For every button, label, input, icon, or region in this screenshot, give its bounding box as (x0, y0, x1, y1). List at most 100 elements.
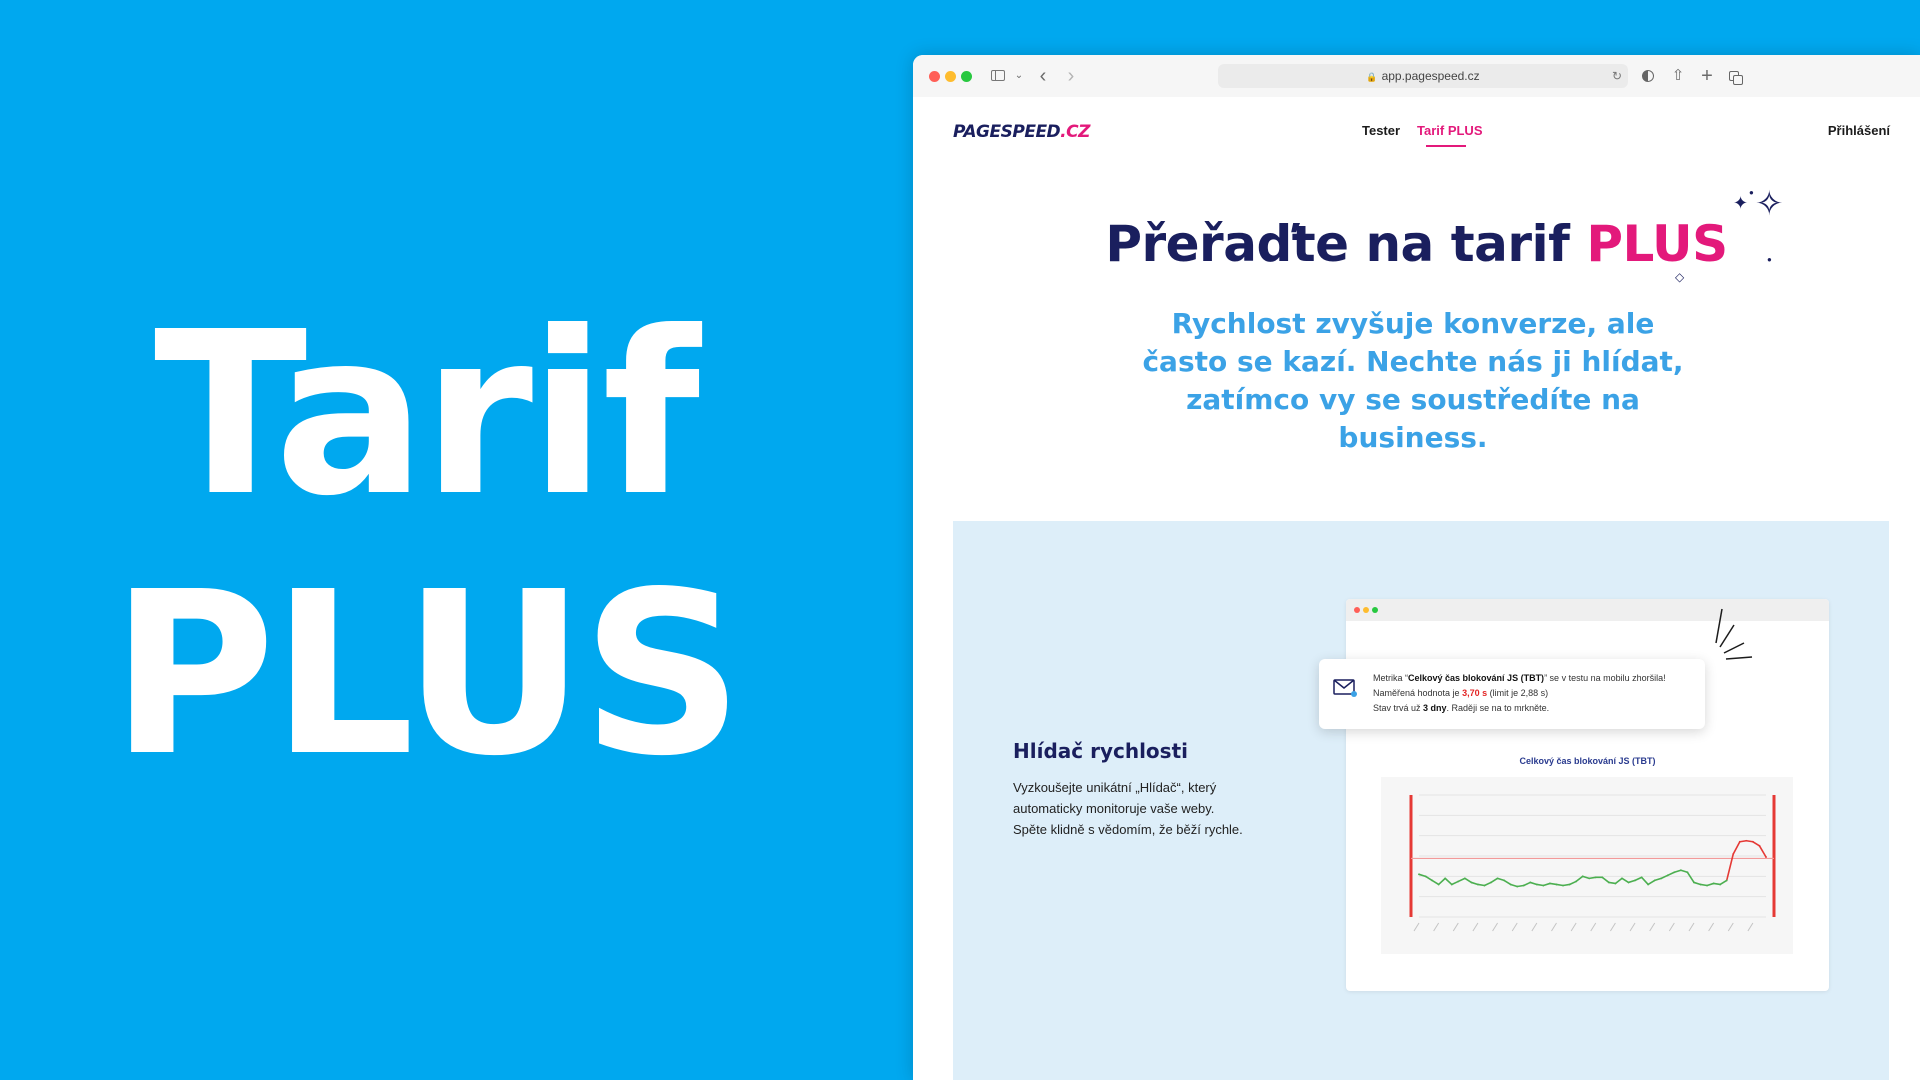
chart-data-point (1529, 881, 1532, 884)
notif-duration: 3 dny (1423, 703, 1447, 713)
chart-data-point (1503, 879, 1506, 882)
chart-series-segment (1562, 883, 1571, 887)
chart-data-point (1601, 876, 1604, 879)
chart-series-segment (1758, 845, 1767, 858)
chart-x-tick (1727, 922, 1734, 932)
chart-series-segment (1503, 879, 1512, 886)
zoom-window-button[interactable] (961, 71, 972, 82)
forward-icon[interactable]: › (1061, 66, 1081, 86)
chart-data-point (1477, 883, 1479, 886)
chart-data-point (1594, 876, 1597, 879)
chart-data-point (1738, 840, 1741, 843)
chart-x-tick (1708, 922, 1715, 932)
privacy-shield-icon[interactable] (1638, 66, 1658, 86)
mockup-dot-green (1372, 607, 1378, 613)
chart-series-segment (1621, 877, 1630, 884)
chart-series-segment (1450, 880, 1460, 886)
chart-data-point (1450, 883, 1453, 886)
chart-data-point (1483, 884, 1486, 887)
back-icon[interactable]: ‹ (1033, 66, 1053, 86)
chart-data-point (1725, 879, 1728, 882)
chart-data-point (1745, 839, 1748, 842)
close-window-button[interactable] (929, 71, 940, 82)
monitoring-mockup: Metrika “Celkový čas blokování JS (TBT)”… (1319, 599, 1829, 991)
sparkle-icon: ✦ (1733, 193, 1749, 213)
chart-data-point (1542, 884, 1545, 887)
chart-series-segment (1614, 877, 1623, 885)
chart-data-point (1679, 869, 1682, 872)
tab-overview-icon[interactable] (1726, 66, 1746, 86)
chart-data-point (1640, 876, 1643, 879)
nav-link-tarif-plus[interactable]: Tarif PLUS (1417, 123, 1483, 138)
chart-data-point (1431, 879, 1433, 882)
chart-data-point (1535, 883, 1538, 886)
login-link[interactable]: Přihlášení (1828, 123, 1890, 138)
chart-series-segment (1666, 871, 1676, 877)
sidebar-toggle-icon[interactable] (989, 66, 1009, 86)
chart-data-point (1444, 877, 1447, 880)
browser-toolbar: ⌄ ‹ › 🔒 app.pagespeed.cz ↻ ⇧ + (913, 55, 1920, 98)
chart-series-segment (1680, 869, 1689, 874)
chart-series-segment (1699, 883, 1708, 887)
hero-title-highlight: PLUS (1586, 215, 1728, 273)
chart-data-point (1758, 844, 1761, 847)
chart-series-segment (1588, 876, 1597, 880)
chevron-down-icon[interactable]: ⌄ (1009, 66, 1029, 86)
chart-data-point (1457, 880, 1460, 883)
chart-series-segment (1660, 874, 1669, 880)
notif-line2-prefix: Naměřená hodnota je (1373, 688, 1463, 698)
reload-icon[interactable]: ↻ (1612, 64, 1622, 88)
chart-data-point (1588, 877, 1591, 880)
share-icon[interactable]: ⇧ (1668, 66, 1688, 86)
chart-data-point (1463, 877, 1466, 880)
site-logo[interactable]: PAGESPEED.CZ (953, 122, 1090, 142)
alert-notification: Metrika “Celkový čas blokování JS (TBT)”… (1319, 659, 1705, 729)
chart-series-segment (1634, 876, 1643, 882)
chart-data-point (1699, 883, 1702, 886)
chart-x-tick (1472, 922, 1479, 932)
chart-series-segment (1509, 883, 1519, 888)
chart-x-tick (1531, 922, 1538, 932)
chart-series-segment (1575, 875, 1584, 883)
chart-data-point (1634, 879, 1636, 882)
chart-data-point (1647, 883, 1650, 886)
logo-main: PAGESPEED (953, 122, 1061, 142)
chart-data-point (1686, 871, 1689, 874)
mail-icon (1333, 679, 1357, 697)
address-bar[interactable]: 🔒 app.pagespeed.cz ↻ (1218, 64, 1628, 88)
chart-data-point (1437, 883, 1440, 886)
notif-line3-prefix: Stav trvá už (1373, 703, 1424, 713)
chart-series-segment (1496, 877, 1505, 882)
chart-data-point (1706, 884, 1708, 887)
notif-value: 3,70 s (1462, 688, 1488, 698)
chart-data-point (1522, 884, 1525, 887)
chart-data-point (1607, 881, 1610, 884)
notif-metric: Celkový čas blokování JS (TBT) (1408, 673, 1545, 683)
chart-series-segment (1464, 877, 1473, 884)
chart-data-point (1693, 881, 1695, 884)
mockup-dot-yellow (1363, 607, 1369, 613)
minimize-window-button[interactable] (945, 71, 956, 82)
notif-line1-prefix: Metrika “ (1373, 673, 1409, 683)
hero-title: Přeřaďte na tarif PLUS (913, 215, 1920, 273)
new-tab-icon[interactable]: + (1697, 66, 1717, 86)
hero-subtitle: Rychlost zvyšuje konverze, ale často se … (1142, 307, 1684, 454)
chart-series-segment (1424, 875, 1433, 882)
chart-x-tick (1433, 922, 1440, 932)
logo-tld: .CZ (1060, 122, 1090, 142)
chart-x-tick (1649, 922, 1656, 932)
chart-series-segment (1555, 883, 1564, 887)
chart-x-tick (1452, 922, 1459, 932)
chart-series-segment (1653, 877, 1663, 882)
chart-series-segment (1549, 882, 1558, 886)
chart-data-point (1660, 877, 1663, 880)
chart-data-point (1562, 884, 1564, 887)
chart-series-segment (1542, 882, 1551, 887)
chart-series-segment (1529, 881, 1538, 886)
lock-icon: 🔒 (1366, 72, 1378, 82)
chart-series-segment (1457, 877, 1466, 883)
chart-series-segment (1444, 877, 1453, 886)
chart-series-segment (1431, 879, 1440, 886)
chart-series-segment (1608, 881, 1617, 885)
nav-link-tester[interactable]: Tester (1362, 123, 1400, 138)
